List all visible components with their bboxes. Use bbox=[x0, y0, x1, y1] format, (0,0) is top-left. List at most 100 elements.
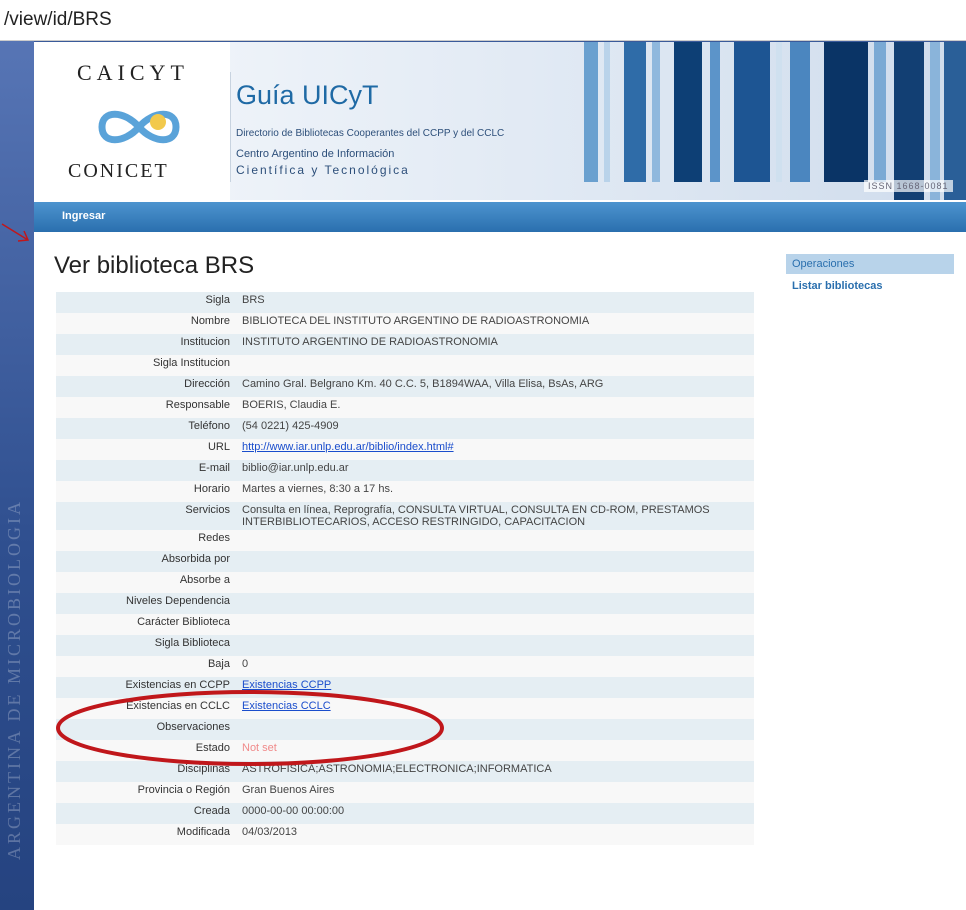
browser-address-bar[interactable]: /view/id/BRS bbox=[0, 0, 966, 41]
centro-line-1: Centro Argentino de Información bbox=[236, 148, 395, 160]
detail-row: Sigla Institucion bbox=[56, 355, 754, 376]
detail-label: Horario bbox=[193, 483, 230, 495]
detail-value: 0000-00-00 00:00:00 bbox=[242, 805, 345, 817]
url-text: /view/id/BRS bbox=[4, 9, 112, 30]
detail-label: Provincia o Región bbox=[137, 784, 230, 796]
detail-row: Dirección Camino Gral. Belgrano Km. 40 C.… bbox=[56, 376, 754, 397]
detail-label: Nombre bbox=[190, 315, 230, 327]
detail-row: Baja 0 bbox=[56, 656, 754, 677]
page-heading: Ver biblioteca BRS bbox=[54, 252, 255, 279]
detail-value-cell: 0000-00-00 00:00:00 bbox=[236, 803, 754, 824]
detail-value: Gran Buenos Aires bbox=[242, 784, 335, 796]
detail-row: Servicios Consulta en línea, Reprografía,… bbox=[56, 502, 754, 530]
detail-value-cell bbox=[236, 614, 754, 635]
site-subtitle: Directorio de Bibliotecas Cooperantes de… bbox=[236, 128, 505, 139]
detail-value-cell: BRS bbox=[236, 292, 754, 313]
detail-row: Absorbe a bbox=[56, 572, 754, 593]
ingresar-link[interactable]: Ingresar bbox=[62, 210, 105, 222]
detail-value: Consulta en línea, Reprografía, CONSULTA… bbox=[242, 504, 710, 528]
detail-value-cell bbox=[236, 551, 754, 572]
detail-value-cell bbox=[236, 635, 754, 656]
detail-label: Responsable bbox=[165, 399, 230, 411]
detail-value-cell: http://www.iar.unlp.edu.ar/biblio/index.… bbox=[236, 439, 754, 460]
detail-value-cell: 04/03/2013 bbox=[236, 824, 754, 845]
detail-label: Sigla Institucion bbox=[152, 357, 230, 369]
issn-label: ISSN 1668-0081 bbox=[864, 180, 953, 192]
sidebar-body: Listar bibliotecas bbox=[786, 274, 954, 298]
detail-value-cell bbox=[236, 593, 754, 614]
detail-value-cell: Gran Buenos Aires bbox=[236, 782, 754, 803]
detail-value-cell: (54 0221) 425-4909 bbox=[236, 418, 754, 439]
page-content: CAICYT CONICET Guía UICyT Directorio de … bbox=[34, 42, 966, 910]
background-left-panel: ARGENTINA DE MICROBIOLOGIA bbox=[0, 0, 34, 910]
detail-value-cell: biblio@iar.unlp.edu.ar bbox=[236, 460, 754, 481]
detail-label: Teléfono bbox=[188, 420, 230, 432]
detail-value: BIBLIOTECA DEL INSTITUTO ARGENTINO DE RA… bbox=[242, 315, 590, 327]
logo-conicet-text: CONICET bbox=[68, 160, 169, 182]
site-title: Guía UICyT bbox=[236, 80, 379, 110]
logo-caicyt-text: CAICYT bbox=[77, 60, 189, 85]
detail-row: Modificada 04/03/2013 bbox=[56, 824, 754, 845]
detail-value-cell: BIBLIOTECA DEL INSTITUTO ARGENTINO DE RA… bbox=[236, 313, 754, 334]
annotation-ellipse bbox=[56, 690, 444, 766]
annotation-arrow-icon bbox=[1, 223, 30, 242]
detail-value: BOERIS, Claudia E. bbox=[242, 399, 341, 411]
main-navbar: Ingresar bbox=[34, 202, 966, 232]
infinity-sun-icon bbox=[98, 110, 180, 144]
detail-value: (54 0221) 425-4909 bbox=[242, 420, 339, 432]
detail-value: Camino Gral. Belgrano Km. 40 C.C. 5, B18… bbox=[242, 378, 604, 390]
centro-line-2: Científica y Tecnológica bbox=[236, 163, 410, 177]
detail-value-link[interactable]: http://www.iar.unlp.edu.ar/biblio/index.… bbox=[242, 441, 454, 453]
detail-label: Modificada bbox=[176, 826, 230, 838]
sidebar-title: Operaciones bbox=[786, 254, 954, 274]
detail-row: Sigla BRS bbox=[56, 292, 754, 313]
detail-label: Servicios bbox=[185, 504, 230, 516]
detail-value: INSTITUTO ARGENTINO DE RADIOASTRONOMIA bbox=[242, 336, 498, 348]
detail-row: Sigla Biblioteca bbox=[56, 635, 754, 656]
detail-value-cell: BOERIS, Claudia E. bbox=[236, 397, 754, 418]
detail-label: Baja bbox=[207, 658, 230, 670]
detail-row: Carácter Biblioteca bbox=[56, 614, 754, 635]
detail-label: Sigla Biblioteca bbox=[154, 637, 230, 649]
header-stripes-graphic bbox=[584, 42, 966, 200]
detail-label: E-mail bbox=[198, 462, 230, 474]
detail-row: Teléfono (54 0221) 425-4909 bbox=[56, 418, 754, 439]
detail-label: Carácter Biblioteca bbox=[137, 616, 230, 628]
detail-row: Institucion INSTITUTO ARGENTINO DE RADIOA… bbox=[56, 334, 754, 355]
site-header: CAICYT CONICET Guía UICyT Directorio de … bbox=[34, 42, 966, 200]
detail-label: Niveles Dependencia bbox=[126, 595, 230, 607]
detail-row: Provincia o Región Gran Buenos Aires bbox=[56, 782, 754, 803]
detail-value-cell bbox=[236, 530, 754, 551]
detail-value-cell bbox=[236, 355, 754, 376]
detail-value-cell bbox=[236, 572, 754, 593]
header-divider bbox=[230, 72, 231, 182]
detail-row: Nombre BIBLIOTECA DEL INSTITUTO ARGENTINO… bbox=[56, 313, 754, 334]
detail-label: Absorbida por bbox=[161, 553, 231, 565]
detail-label: Sigla bbox=[205, 294, 230, 306]
detail-value: biblio@iar.unlp.edu.ar bbox=[242, 462, 349, 474]
detail-row: URL http://www.iar.unlp.edu.ar/biblio/ind… bbox=[56, 439, 754, 460]
detail-value-cell: Martes a viernes, 8:30 a 17 hs. bbox=[236, 481, 754, 502]
detail-label: Dirección bbox=[184, 378, 230, 390]
detail-row: E-mail biblio@iar.unlp.edu.ar bbox=[56, 460, 754, 481]
detail-row: Responsable BOERIS, Claudia E. bbox=[56, 397, 754, 418]
detail-row: Absorbida por bbox=[56, 551, 754, 572]
detail-value-cell: Camino Gral. Belgrano Km. 40 C.C. 5, B18… bbox=[236, 376, 754, 397]
detail-value-cell: Consulta en línea, Reprografía, CONSULTA… bbox=[236, 502, 754, 530]
detail-label: Absorbe a bbox=[179, 574, 230, 586]
detail-value-cell: INSTITUTO ARGENTINO DE RADIOASTRONOMIA bbox=[236, 334, 754, 355]
detail-value: Martes a viernes, 8:30 a 17 hs. bbox=[242, 483, 394, 495]
detail-label: Institucion bbox=[180, 336, 230, 348]
detail-row: Redes bbox=[56, 530, 754, 551]
detail-row: Horario Martes a viernes, 8:30 a 17 hs. bbox=[56, 481, 754, 502]
background-watermark-text: ARGENTINA DE MICROBIOLOGIA bbox=[4, 499, 24, 860]
detail-value: BRS bbox=[242, 294, 265, 306]
detail-row: Creada 0000-00-00 00:00:00 bbox=[56, 803, 754, 824]
detail-row: Niveles Dependencia bbox=[56, 593, 754, 614]
caicyt-logo[interactable]: CAICYT CONICET bbox=[34, 42, 230, 200]
operations-sidebar: Operaciones Listar bibliotecas bbox=[786, 254, 954, 298]
listar-bibliotecas-link[interactable]: Listar bibliotecas bbox=[792, 280, 882, 292]
detail-label: Creada bbox=[193, 805, 230, 817]
detail-value: 04/03/2013 bbox=[242, 826, 298, 838]
detail-label: URL bbox=[207, 441, 230, 453]
